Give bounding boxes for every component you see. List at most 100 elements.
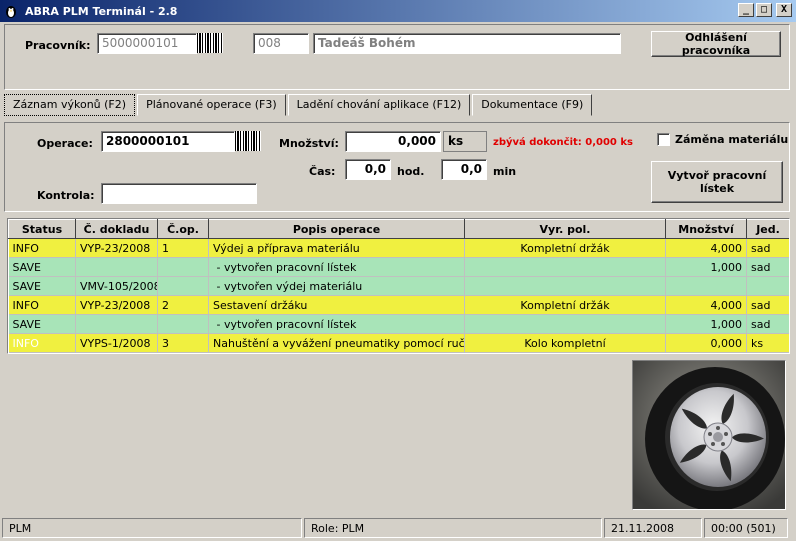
cell-status: SAVE	[8, 314, 76, 334]
title-bar: ABRA PLM Terminál - 2.8 _ □ X	[0, 0, 796, 22]
cell-op-number: 2	[157, 295, 209, 315]
cell-unit	[746, 276, 789, 296]
cell-document: VYP-23/2008	[75, 295, 158, 315]
logout-button[interactable]: Odhlášení pracovníka	[651, 31, 781, 57]
worker-id-field[interactable]: 5000000101	[97, 33, 197, 54]
check-label: Kontrola:	[37, 189, 95, 202]
cell-status: INFO	[8, 295, 76, 315]
cell-op-number: 1	[157, 238, 209, 258]
maximize-button[interactable]: □	[756, 3, 772, 17]
barcode-icon[interactable]	[235, 131, 261, 151]
cell-unit: sad	[746, 295, 789, 315]
check-input[interactable]	[101, 183, 257, 204]
grid-header-row: Status Č. dokladu Č.op. Popis operace Vy…	[8, 219, 789, 239]
cell-product	[464, 276, 666, 296]
col-header-op-number[interactable]: Č.op.	[157, 219, 209, 239]
hours-input[interactable]: 0,0	[345, 159, 391, 180]
close-button[interactable]: X	[776, 3, 792, 17]
cell-quantity: 1,000	[665, 257, 747, 277]
cell-description: - vytvořen pracovní lístek	[208, 257, 465, 277]
cell-product: Kolo kompletní	[464, 333, 666, 353]
operation-input[interactable]: 2800000101	[101, 131, 235, 152]
cell-product	[464, 257, 666, 277]
cell-product: Kompletní držák	[464, 295, 666, 315]
operations-grid[interactable]: Status Č. dokladu Č.op. Popis operace Vy…	[7, 218, 790, 354]
hours-unit: hod.	[397, 165, 425, 178]
operation-label: Operace:	[37, 137, 93, 150]
remaining-text: zbývá dokončit: 0,000 ks	[493, 137, 633, 148]
status-app: PLM	[2, 518, 302, 538]
cell-quantity: 1,000	[665, 314, 747, 334]
cell-product	[464, 314, 666, 334]
worker-code-field[interactable]: 008	[253, 33, 309, 54]
status-bar: PLM Role: PLM 21.11.2008 00:00 (501)	[0, 517, 796, 539]
worker-label: Pracovník:	[25, 39, 91, 52]
tab-bar: Záznam výkonů (F2) Plánované operace (F3…	[4, 94, 594, 116]
cell-unit: sad	[746, 314, 789, 334]
cell-unit: ks	[746, 333, 789, 353]
minimize-button[interactable]: _	[738, 3, 754, 17]
table-row[interactable]: INFO VYPS-1/2008 3 Nahuštění a vyvážení …	[8, 333, 789, 353]
window-title: ABRA PLM Terminál - 2.8	[25, 4, 178, 18]
create-ticket-button[interactable]: Vytvoř pracovní lístek	[651, 161, 783, 203]
worker-name-field[interactable]: Tadeáš Bohém	[313, 33, 621, 54]
cell-product: Kompletní držák	[464, 238, 666, 258]
col-header-document[interactable]: Č. dokladu	[75, 219, 158, 239]
cell-document	[75, 257, 158, 277]
status-time: 00:00 (501)	[704, 518, 788, 538]
table-row[interactable]: INFO VYP-23/2008 1 Výdej a příprava mate…	[8, 238, 789, 258]
col-header-status[interactable]: Status	[8, 219, 76, 239]
cell-op-number: 3	[157, 333, 209, 353]
cell-document: VYPS-1/2008	[75, 333, 158, 353]
cell-status: INFO	[8, 333, 76, 353]
cell-op-number	[157, 276, 209, 296]
tab-app-tuning[interactable]: Ladění chování aplikace (F12)	[287, 94, 471, 116]
status-role: Role: PLM	[304, 518, 602, 538]
time-label: Čas:	[309, 165, 336, 178]
cell-document: VMV-105/2008	[75, 276, 158, 296]
cell-description: Výdej a příprava materiálu	[208, 238, 465, 258]
minutes-input[interactable]: 0,0	[441, 159, 487, 180]
quantity-unit: ks	[443, 131, 487, 152]
cell-quantity: 4,000	[665, 295, 747, 315]
worker-panel: Pracovník: 5000000101 008 Tadeáš Bohém O…	[4, 24, 790, 90]
col-header-product[interactable]: Vyr. pol.	[464, 219, 666, 239]
record-form: Operace: 2800000101 Kontrola: Množství: …	[4, 122, 790, 212]
penguin-icon	[6, 6, 16, 18]
cell-description: - vytvořen výdej materiálu	[208, 276, 465, 296]
cell-status: SAVE	[8, 276, 76, 296]
cell-op-number	[157, 314, 209, 334]
cell-quantity	[665, 276, 747, 296]
cell-document	[75, 314, 158, 334]
tab-planned-operations[interactable]: Plánované operace (F3)	[137, 94, 286, 116]
status-date: 21.11.2008	[604, 518, 702, 538]
col-header-unit[interactable]: Jed.	[746, 219, 789, 239]
table-row[interactable]: INFO VYP-23/2008 2 Sestavení držáku Komp…	[8, 295, 789, 315]
cell-op-number	[157, 257, 209, 277]
col-header-quantity[interactable]: Množství	[665, 219, 747, 239]
cell-status: SAVE	[8, 257, 76, 277]
minutes-unit: min	[493, 165, 517, 178]
material-swap-checkbox[interactable]	[657, 133, 670, 146]
cell-unit: sad	[746, 238, 789, 258]
tab-performance-record[interactable]: Záznam výkonů (F2)	[4, 94, 136, 116]
product-image	[632, 360, 786, 510]
tab-documentation[interactable]: Dokumentace (F9)	[472, 94, 593, 116]
barcode-icon[interactable]	[197, 33, 223, 53]
cell-description: Nahuštění a vyvážení pneumatiky pomocí r…	[208, 333, 465, 353]
cell-description: Sestavení držáku	[208, 295, 465, 315]
table-row[interactable]: SAVE - vytvořen pracovní lístek 1,000 sa…	[8, 257, 789, 277]
cell-status: INFO	[8, 238, 76, 258]
cell-description: - vytvořen pracovní lístek	[208, 314, 465, 334]
table-row[interactable]: SAVE VMV-105/2008 - vytvořen výdej mater…	[8, 276, 789, 296]
quantity-label: Množství:	[279, 137, 339, 150]
cell-quantity: 4,000	[665, 238, 747, 258]
quantity-input[interactable]: 0,000	[345, 131, 441, 152]
cell-document: VYP-23/2008	[75, 238, 158, 258]
col-header-description[interactable]: Popis operace	[208, 219, 465, 239]
material-swap-label: Záměna materiálu	[675, 133, 789, 146]
table-row[interactable]: SAVE - vytvořen pracovní lístek 1,000 sa…	[8, 314, 789, 334]
cell-unit: sad	[746, 257, 789, 277]
cell-quantity: 0,000	[665, 333, 747, 353]
wheel-image	[633, 361, 785, 509]
